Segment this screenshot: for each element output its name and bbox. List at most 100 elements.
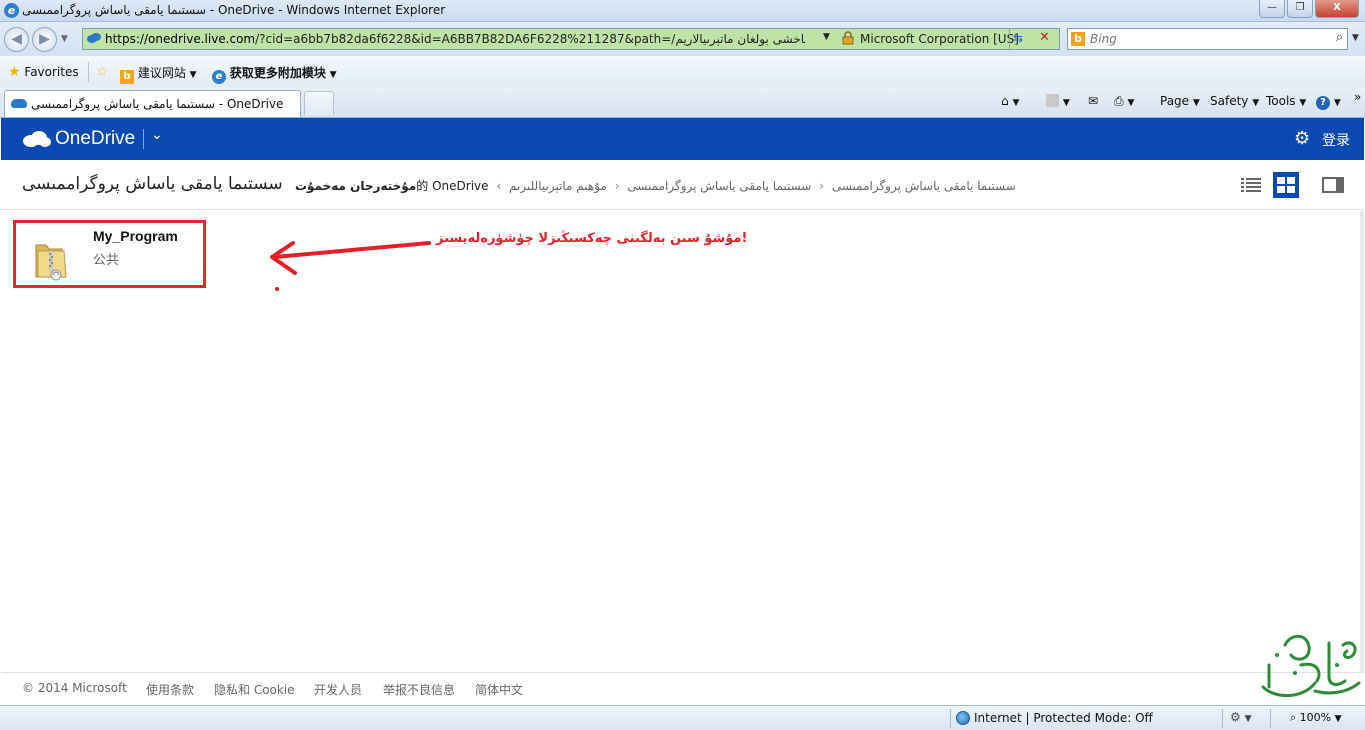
recent-pages-dropdown-icon[interactable]: ▼ bbox=[61, 34, 68, 44]
zoom-level[interactable]: ⌕ 100% ▼ bbox=[1290, 711, 1342, 725]
address-dropdown-icon[interactable]: ▼ bbox=[823, 32, 830, 42]
tab-label: سستىما يامقى ياساش پروگراممىسى - OneDriv… bbox=[31, 97, 284, 111]
search-input[interactable] bbox=[1090, 31, 1320, 47]
file-list-area: My_Program 公共 مۇشۇ سىن بەلگىنى چەكسىڭىزل… bbox=[1, 211, 1364, 672]
onedrive-brand[interactable]: OneDrive bbox=[55, 128, 135, 150]
sign-in-link[interactable]: 登录 bbox=[1322, 130, 1350, 150]
calligraphy-watermark-logo bbox=[1261, 634, 1361, 698]
navigation-bar: ◀ ▶ ▼ https://onedrive.live.com/?cid=a6b… bbox=[0, 22, 1365, 56]
footer-report-abuse-link[interactable]: 举报不良信息 bbox=[383, 681, 455, 698]
folder-icon bbox=[35, 244, 67, 281]
print-button[interactable]: ⎙ ▼ bbox=[1114, 94, 1134, 109]
search-box[interactable]: b ⌕ bbox=[1067, 28, 1348, 50]
breadcrumb-separator-icon: ‹ bbox=[819, 179, 824, 193]
addons-ie-icon: e bbox=[212, 70, 226, 84]
status-divider bbox=[1222, 709, 1223, 728]
lock-icon[interactable] bbox=[841, 31, 855, 45]
breadcrumb-separator-icon: ‹ bbox=[496, 179, 502, 193]
maximize-button[interactable]: ❐ bbox=[1287, 0, 1313, 18]
status-divider bbox=[950, 709, 951, 728]
settings-gear-icon[interactable]: ⚙ bbox=[1294, 130, 1310, 148]
breadcrumb-current[interactable]: مۇھىم ماتېرىياللىرىم bbox=[509, 179, 607, 193]
footer-developers-link[interactable]: 开发人员 bbox=[314, 681, 362, 698]
brand-divider bbox=[143, 129, 144, 149]
tab-onedrive[interactable]: سستىما يامقى ياساش پروگراممىسى - OneDriv… bbox=[4, 90, 301, 117]
home-icon: ⌂ bbox=[1001, 94, 1009, 108]
address-divider bbox=[1009, 29, 1010, 49]
footer-privacy-link[interactable]: 隐私和 Cookie bbox=[214, 681, 295, 698]
safety-menu-label: Safety bbox=[1210, 94, 1249, 108]
address-bar[interactable]: https://onedrive.live.com/?cid=a6bb7b82d… bbox=[82, 28, 1060, 50]
new-tab-button[interactable] bbox=[304, 91, 334, 115]
app-launcher-chevron-icon[interactable]: ⌄ bbox=[151, 127, 163, 143]
breadcrumb-owner-suffix: 的 bbox=[416, 179, 429, 193]
favorites-bar: ★ Favorites ☆ b 建议网站 ▼ e 获取更多附加模块 ▼ bbox=[0, 56, 1365, 87]
ie-window: e سستىما يامقى ياساش پروگراممىسى - OneDr… bbox=[0, 0, 1365, 730]
tools-menu[interactable]: Tools ▼ bbox=[1266, 94, 1306, 108]
details-view-icon[interactable] bbox=[1238, 172, 1264, 198]
printer-icon: ⎙ bbox=[1114, 94, 1124, 108]
search-icon[interactable]: ⌕ bbox=[1336, 30, 1343, 45]
safety-menu[interactable]: Safety ▼ bbox=[1210, 94, 1259, 108]
folder-sharing-status: 公共 bbox=[93, 253, 120, 268]
add-to-favorites-icon[interactable]: ☆ bbox=[96, 64, 109, 80]
home-button[interactable]: ⌂ ▼ bbox=[1001, 94, 1019, 108]
page-menu[interactable]: Page ▼ bbox=[1160, 94, 1200, 108]
breadcrumb-level1[interactable]: سستىما يامقى ياساش پروگراممىسى bbox=[832, 179, 1016, 193]
tools-menu-label: Tools bbox=[1266, 94, 1296, 108]
toolbar-overflow-icon[interactable]: » bbox=[1354, 90, 1361, 104]
footer-copyright: © 2014 Microsoft bbox=[22, 681, 127, 695]
vertical-scrollbar[interactable] bbox=[1360, 211, 1364, 672]
help-icon: ? bbox=[1316, 96, 1330, 110]
zoom-value: 100% bbox=[1299, 711, 1332, 724]
compatibility-refresh-icon[interactable]: ⇆ bbox=[1013, 31, 1023, 45]
address-url[interactable]: https://onedrive.live.com/?cid=a6bb7b82d… bbox=[105, 32, 805, 46]
onedrive-tab-icon bbox=[11, 99, 27, 108]
favorites-star-icon: ★ bbox=[8, 64, 21, 80]
get-more-addons-label: 获取更多附加模块 bbox=[229, 66, 326, 80]
folder-tile[interactable]: My_Program 公共 bbox=[13, 220, 206, 288]
status-divider bbox=[1270, 709, 1271, 728]
protected-mode-icon[interactable]: ⚙ ▼ bbox=[1230, 710, 1252, 724]
get-more-addons-button[interactable]: e 获取更多附加模块 ▼ bbox=[212, 64, 337, 84]
folder-name[interactable]: My_Program bbox=[93, 228, 178, 244]
breadcrumb-owner[interactable]: مۇختەرجان مەخمۇت bbox=[295, 179, 416, 193]
breadcrumb-level2[interactable]: سستىما يامقى ياساش پروگراممىسى bbox=[627, 179, 811, 193]
footer-terms-link[interactable]: 使用条款 bbox=[146, 681, 194, 698]
status-bar: Internet | Protected Mode: Off ⚙ ▼ ⌕ 100… bbox=[0, 705, 1365, 730]
page-title: سستىما يامقى ياساش پروگراممىسى bbox=[22, 174, 283, 194]
address-path: /?cid=a6bb7b82da6f6228&id=A6BB7B82DA6F62… bbox=[255, 32, 805, 46]
ie-logo-icon: e bbox=[4, 3, 19, 18]
favorites-label: Favorites bbox=[24, 65, 79, 79]
read-mail-icon[interactable]: ✉ bbox=[1088, 94, 1098, 108]
annotation-arrow-icon bbox=[270, 241, 431, 275]
thumbnails-view-icon[interactable] bbox=[1273, 172, 1299, 198]
suggested-sites-label: 建议网站 bbox=[137, 66, 186, 80]
rss-feed-icon bbox=[1046, 94, 1059, 107]
annotation-text: مۇشۇ سىن بەلگىنى چەكسىڭىزلا چۈشۈرەلەيسىز… bbox=[436, 231, 748, 246]
footer-language-link[interactable]: 简体中文 bbox=[475, 681, 523, 698]
breadcrumb-root[interactable]: OneDrive bbox=[432, 179, 488, 193]
search-options-dropdown-icon[interactable]: ▼ bbox=[1352, 33, 1359, 43]
onedrive-header: OneDrive ⌄ ⚙ 登录 bbox=[1, 118, 1364, 160]
feeds-button[interactable]: ▼ bbox=[1046, 94, 1070, 108]
help-button[interactable]: ? ▼ bbox=[1316, 94, 1341, 110]
certificate-label[interactable]: Microsoft Corporation [US] bbox=[860, 32, 1019, 46]
back-arrow-icon[interactable]: ◀ bbox=[4, 27, 29, 52]
minimize-button[interactable]: — bbox=[1259, 0, 1285, 18]
bing-small-icon: b bbox=[120, 70, 134, 84]
onedrive-favicon-icon bbox=[87, 33, 101, 43]
bing-icon: b bbox=[1071, 32, 1085, 46]
details-pane-icon[interactable] bbox=[1320, 172, 1346, 198]
favorites-button[interactable]: ★ Favorites bbox=[8, 64, 79, 80]
suggested-sites-button[interactable]: b 建议网站 ▼ bbox=[120, 64, 197, 84]
forward-arrow-icon[interactable]: ▶ bbox=[32, 27, 57, 52]
internet-zone-globe-icon bbox=[956, 711, 970, 725]
address-host: https://onedrive.live.com bbox=[105, 32, 256, 46]
onedrive-cloud-icon bbox=[23, 131, 51, 147]
favorites-divider bbox=[88, 62, 89, 82]
security-zone-status[interactable]: Internet | Protected Mode: Off bbox=[974, 711, 1153, 725]
stop-icon[interactable]: ✕ bbox=[1039, 30, 1050, 45]
close-button[interactable]: X bbox=[1315, 0, 1359, 18]
page-menu-label: Page bbox=[1160, 94, 1190, 108]
